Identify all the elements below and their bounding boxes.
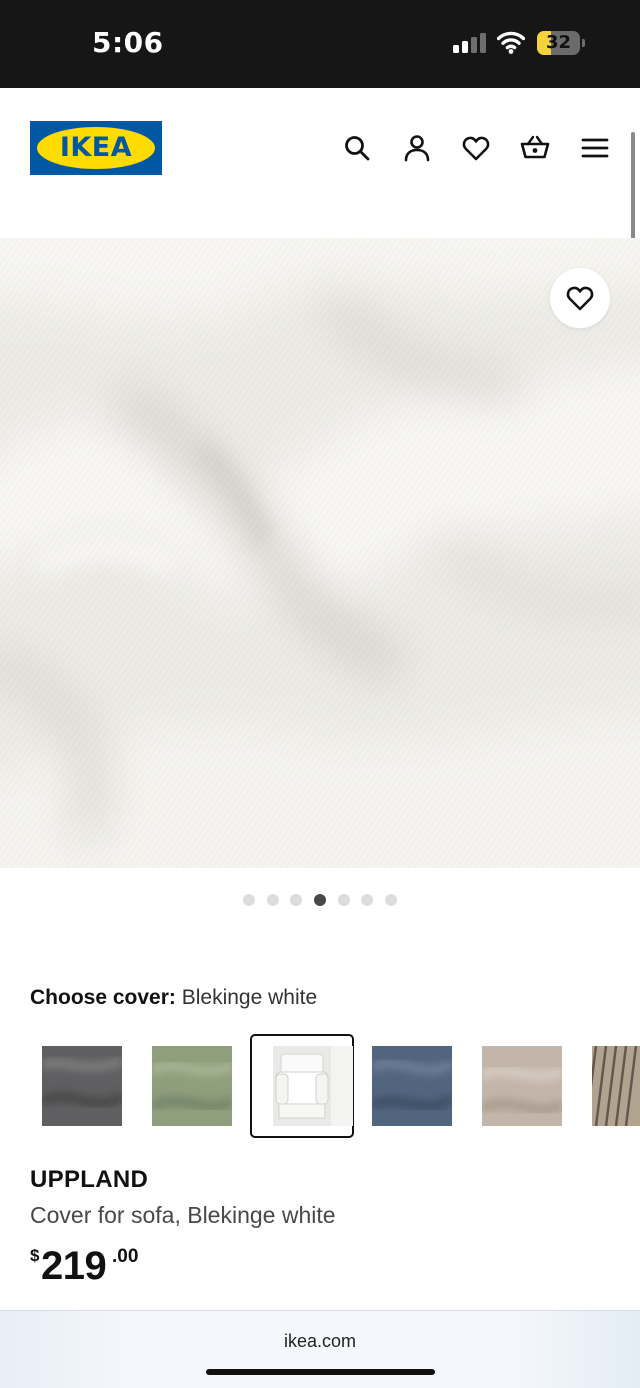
search-icon[interactable] (342, 133, 372, 163)
shopping-bag-icon[interactable] (520, 133, 550, 163)
status-time: 5:06 (92, 26, 164, 59)
menu-icon[interactable] (580, 133, 610, 163)
logo-text: IKEA (59, 132, 133, 163)
browser-address-bar[interactable]: ikea.com (0, 1310, 640, 1388)
battery-icon: 32 (537, 31, 580, 55)
choose-cover-heading: Choose cover: (30, 986, 176, 1009)
cellular-signal-icon (453, 33, 487, 53)
battery-level: 32 (545, 32, 572, 53)
price-integer: 219 (41, 1244, 107, 1288)
product-description: Cover for sofa, Blekinge white (30, 1202, 336, 1228)
home-indicator[interactable] (206, 1369, 435, 1375)
site-header: IKEA (0, 88, 640, 238)
address-url[interactable]: ikea.com (0, 1331, 640, 1352)
swatch-beige[interactable] (482, 1046, 562, 1126)
carousel-dot[interactable] (361, 894, 374, 906)
product-image[interactable] (0, 238, 640, 868)
price-currency: $ (30, 1246, 40, 1265)
cover-swatch-list (0, 1034, 640, 1140)
heart-icon (566, 286, 594, 311)
carousel-dot[interactable] (243, 894, 256, 906)
swatch-striped[interactable] (592, 1046, 640, 1126)
carousel-dot[interactable] (314, 894, 326, 906)
status-bar: 5:06 32 (0, 0, 640, 88)
selected-cover-name: Blekinge white (181, 986, 318, 1009)
carousel-dot[interactable] (337, 894, 350, 906)
carousel-dot[interactable] (266, 894, 279, 906)
heart-icon[interactable] (461, 133, 491, 163)
carousel-dot[interactable] (290, 894, 303, 906)
swatch-dark-grey[interactable] (42, 1046, 122, 1126)
product-name: UPPLAND (30, 1166, 149, 1193)
save-to-favorites-button[interactable] (550, 268, 610, 328)
ikea-logo[interactable]: IKEA (30, 121, 162, 175)
carousel-pagination (0, 894, 640, 908)
swatch-blekinge-white[interactable] (273, 1046, 353, 1126)
wifi-icon (496, 30, 526, 54)
fabric-texture-image (0, 238, 640, 868)
battery-cap (582, 39, 585, 47)
battery-indicator: 32 (537, 31, 585, 55)
account-icon[interactable] (402, 133, 432, 163)
price-decimal: .00 (112, 1246, 139, 1267)
swatch-green[interactable] (152, 1046, 232, 1126)
carousel-dot[interactable] (384, 894, 397, 906)
swatch-blue[interactable] (372, 1046, 452, 1126)
choose-cover-label: Choose cover: Blekinge white (30, 986, 317, 1010)
